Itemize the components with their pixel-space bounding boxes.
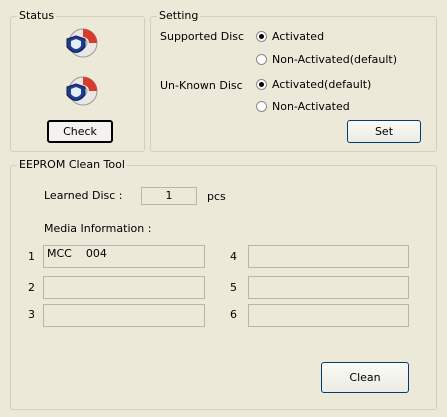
learned-disc-unit: pcs bbox=[207, 190, 226, 203]
media-field-6 bbox=[248, 304, 409, 327]
media-field-4 bbox=[248, 245, 409, 268]
media-index-2: 2 bbox=[28, 281, 35, 294]
unknown-non-activated-label[interactable]: Non-Activated bbox=[272, 100, 350, 113]
learned-disc-count: 1 bbox=[141, 187, 197, 205]
check-button[interactable]: Check bbox=[47, 120, 113, 143]
supported-non-activated-label[interactable]: Non-Activated(default) bbox=[272, 53, 397, 66]
unknown-disc-label: Un-Known Disc bbox=[160, 79, 243, 92]
media-index-1: 1 bbox=[28, 250, 35, 263]
supported-non-activated-radio[interactable] bbox=[256, 54, 267, 65]
media-field-1: MCC 004 bbox=[43, 245, 205, 268]
unknown-non-activated-radio[interactable] bbox=[256, 101, 267, 112]
supported-disc-label: Supported Disc bbox=[160, 30, 245, 43]
status-group-title: Status bbox=[17, 9, 57, 22]
media-index-5: 5 bbox=[230, 281, 237, 294]
learned-disc-label: Learned Disc : bbox=[44, 189, 123, 202]
clean-button[interactable]: Clean bbox=[321, 362, 409, 393]
media-index-6: 6 bbox=[230, 308, 237, 321]
media-field-3 bbox=[43, 304, 205, 327]
setting-group-title: Setting bbox=[157, 9, 201, 22]
unknown-activated-radio[interactable] bbox=[256, 79, 267, 90]
unknown-activated-label[interactable]: Activated(default) bbox=[272, 78, 371, 91]
media-field-2 bbox=[43, 276, 205, 299]
supported-activated-label[interactable]: Activated bbox=[272, 30, 324, 43]
protected-disc-icon bbox=[66, 28, 98, 58]
media-information-label: Media Information : bbox=[44, 222, 152, 235]
media-field-5 bbox=[248, 276, 409, 299]
protected-disc-icon bbox=[66, 76, 98, 106]
set-button[interactable]: Set bbox=[347, 120, 421, 143]
eeprom-group-title: EEPROM Clean Tool bbox=[17, 158, 127, 171]
media-index-4: 4 bbox=[230, 250, 237, 263]
media-index-3: 3 bbox=[28, 308, 35, 321]
supported-activated-radio[interactable] bbox=[256, 31, 267, 42]
